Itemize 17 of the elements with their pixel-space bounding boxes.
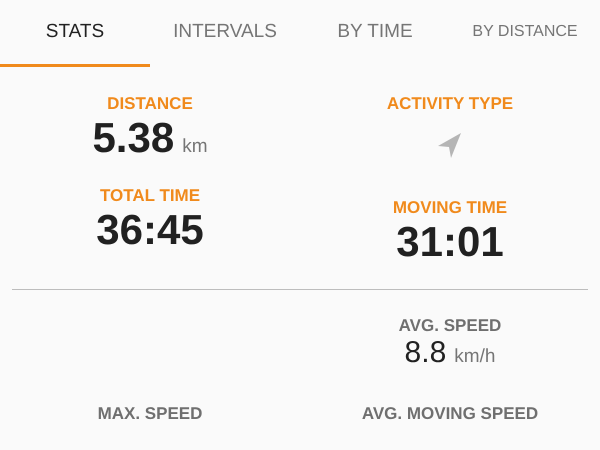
stat-value: 31:01: [396, 218, 504, 266]
stat-label: TOTAL TIME: [100, 186, 200, 206]
unit-label: km: [182, 136, 208, 158]
stat-value: 36:45: [96, 206, 204, 254]
stat-value: 8.8: [404, 336, 446, 370]
stat-label: DISTANCE: [107, 94, 193, 114]
tab[interactable]: BY DISTANCE: [450, 0, 600, 67]
stat-label: ACTIVITY TYPE: [386, 94, 514, 114]
stat-label: MOVING TIME: [392, 198, 508, 218]
stat-label: AVG. SPEED: [398, 316, 502, 336]
stat-value: 5.38: [92, 114, 174, 162]
stat-label: AVG. MOVING SPEED: [362, 404, 538, 424]
unit-label: km/h: [454, 346, 496, 368]
tab[interactable]: BY TIME: [300, 0, 450, 67]
tab[interactable]: INTERVALS: [150, 0, 300, 67]
tab[interactable]: STATS: [0, 0, 150, 67]
stat-label: MAX. SPEED: [98, 404, 202, 424]
